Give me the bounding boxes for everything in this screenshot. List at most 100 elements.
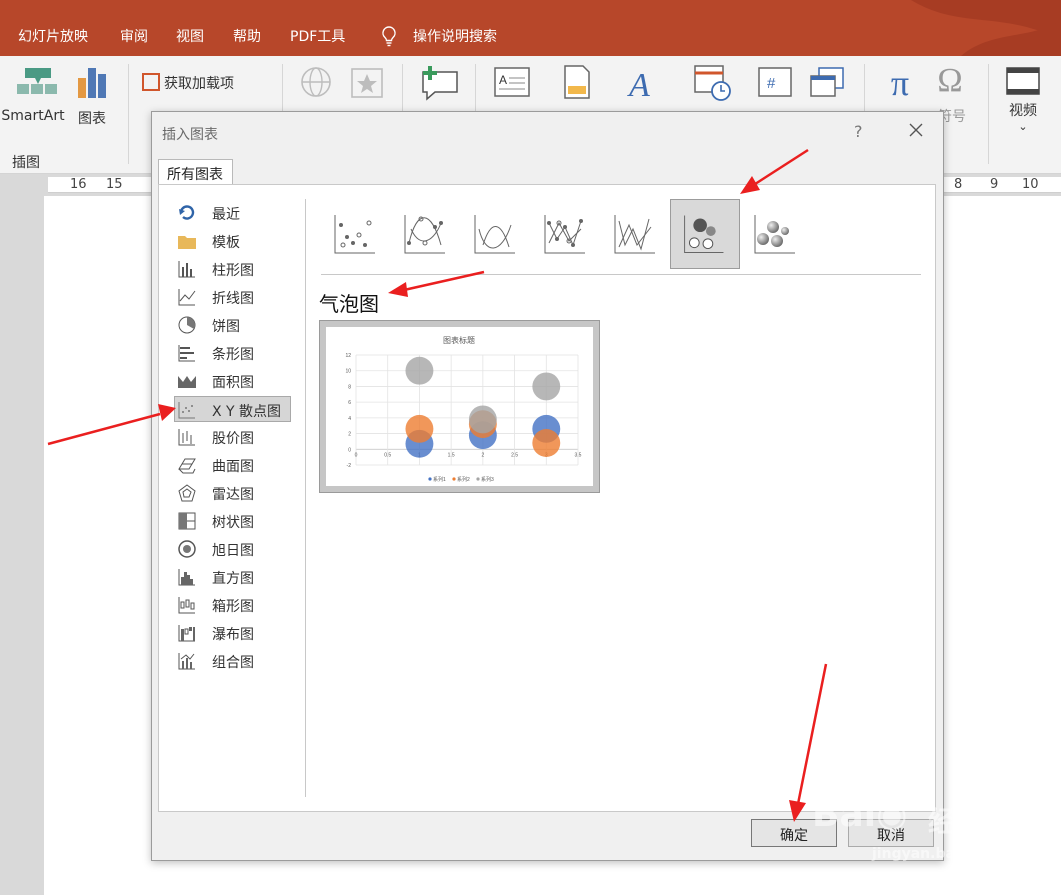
tab-pdf-tools[interactable]: PDF工具 [290,26,345,46]
category-label: 柱形图 [212,263,254,279]
preview-x-tick-label: 2.5 [511,452,518,458]
header-footer-button[interactable] [560,64,594,104]
textbox-button[interactable]: A [492,66,532,104]
stock-chart-icon [178,429,195,446]
category-radar[interactable]: 雷达图 [175,480,293,506]
category-histogram[interactable]: 直方图 [175,564,293,590]
category-sunburst[interactable]: 旭日图 [175,536,293,562]
preview-y-tick-label: 0 [348,447,351,453]
radar-chart-icon [178,484,196,502]
category-label: 曲面图 [212,459,254,475]
category-column[interactable]: 柱形图 [175,256,293,282]
preview-legend-marker [452,477,456,481]
video-button[interactable]: 视频 ⌄ [1000,66,1046,133]
get-addins-button[interactable]: 获取加载项 [142,73,234,93]
category-label: 模板 [212,235,240,251]
subtype-scatter-icon[interactable] [321,199,391,269]
category-recent[interactable]: 最近 [175,200,293,226]
slide-number-button[interactable]: # [756,66,794,104]
object-button[interactable] [808,66,848,104]
chart-button[interactable]: 图表 [72,64,112,134]
close-icon[interactable] [904,118,928,142]
comment-button[interactable] [416,64,462,114]
category-label: 股价图 [212,431,254,447]
preview-bubble [532,372,561,401]
ruler-label-15: 15 [106,177,123,192]
group-label-illustrations: 插图 [12,155,40,171]
tab-help[interactable]: 帮助 [233,26,261,46]
category-label: 直方图 [212,571,254,587]
category-label: 组合图 [212,655,254,671]
preview-y-tick-label: 10 [345,369,351,375]
preview-x-tick-label: 1.5 [448,452,455,458]
watermark-logo: Bai◉ [812,794,908,835]
preview-legend-marker [428,477,432,481]
chart-preview[interactable]: 图表标题 121086420-2 00.511.522.533.5 系列1系列2… [319,320,600,493]
subtype-scatter-straight-markers-icon[interactable] [531,199,601,269]
tell-me-search[interactable]: 操作说明搜索 [413,26,497,46]
category-label: 条形图 [212,347,254,363]
preview-bubble [468,405,497,434]
recent-undo-icon [179,205,195,220]
bubble-chart-preview: 图表标题 121086420-2 00.511.522.533.5 系列1系列2… [326,327,593,486]
header-footer-icon [564,65,590,99]
video-dropdown-icon[interactable]: ⌄ [1000,120,1046,133]
tab-slideshow[interactable]: 幻灯片放映 [18,26,88,46]
category-line[interactable]: 折线图 [175,284,293,310]
category-surface[interactable]: 曲面图 [175,452,293,478]
ruler-label-16: 16 [70,177,87,192]
addins-icon [142,73,160,91]
help-button[interactable]: ? [854,122,863,141]
ribbon-tab-bar: 幻灯片放映 审阅 视图 帮助 PDF工具 操作说明搜索 [0,0,1061,56]
comment-icon [422,66,458,101]
category-label: 最近 [212,207,240,223]
wordart-button[interactable]: A [624,64,660,104]
globe-link-icon [301,67,331,97]
video-film-icon [1006,67,1040,95]
link-button[interactable] [296,66,336,116]
category-bar[interactable]: 条形图 [175,340,293,366]
combo-chart-icon [178,653,195,670]
surface-chart-icon [178,458,196,474]
textbox-icon: A [494,67,530,97]
bar-chart-icon [78,68,106,98]
category-xy-scatter[interactable]: X Y 散点图 [174,396,291,422]
svg-text:A: A [627,67,650,100]
date-time-button[interactable] [692,64,734,106]
pie-chart-icon [178,316,196,334]
preview-legend-label: 系列1 [433,476,446,483]
subtype-3d-bubble-icon[interactable] [741,199,811,269]
subtype-bubble-icon[interactable] [670,199,740,269]
category-area[interactable]: 面积图 [175,368,293,394]
preview-x-tick-label: 3.5 [575,452,582,458]
preview-y-tick-label: 8 [348,384,351,390]
equation-icon[interactable]: π [880,62,920,104]
smartart-button[interactable]: SmartArt [0,64,66,134]
tab-review[interactable]: 审阅 [120,26,148,46]
get-addins-label: 获取加载项 [164,76,234,92]
category-pie[interactable]: 饼图 [175,312,293,338]
category-label: 雷达图 [212,487,254,503]
area-chart-icon [178,376,196,388]
calendar-clock-icon [694,65,731,101]
bar-chart-icon [178,345,195,362]
category-divider [305,199,306,797]
category-waterfall[interactable]: 瀑布图 [175,620,293,646]
preview-y-tick-label: 2 [348,432,351,438]
subtype-scatter-smooth-markers-icon[interactable] [391,199,461,269]
preview-bubble [405,414,434,443]
category-stock[interactable]: 股价图 [175,424,293,450]
wordart-icon: A [627,67,650,104]
category-treemap[interactable]: 树状图 [175,508,293,534]
category-box-whisker[interactable]: 箱形图 [175,592,293,618]
tab-view[interactable]: 视图 [176,26,204,46]
preview-bubble [405,356,434,385]
subtype-scatter-smooth-lines-icon[interactable] [461,199,531,269]
tab-all-charts[interactable]: 所有图表 [158,159,233,185]
category-templates[interactable]: 模板 [175,228,293,254]
category-label: 箱形图 [212,599,254,615]
category-combo[interactable]: 组合图 [175,648,293,674]
symbol-icon[interactable]: Ω [930,62,970,100]
subtype-scatter-straight-lines-icon[interactable] [601,199,671,269]
action-button[interactable] [348,66,386,116]
